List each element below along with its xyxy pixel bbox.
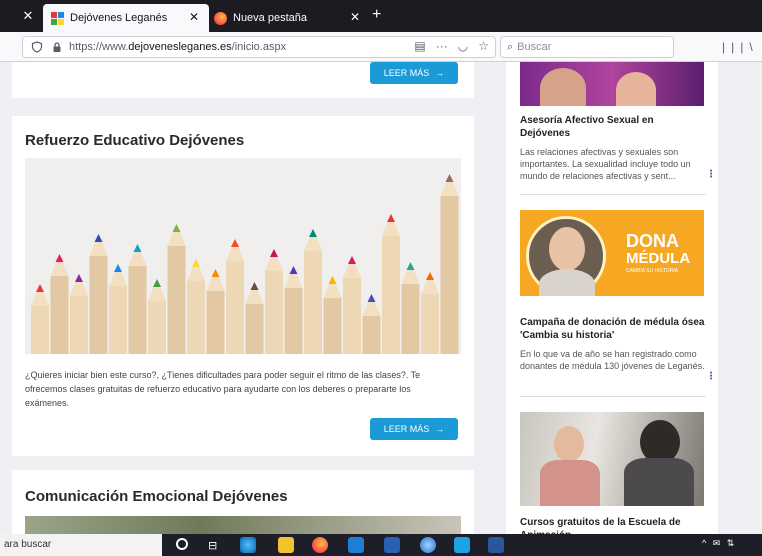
- site-favicon-icon: [51, 11, 64, 25]
- bookmark-star-icon[interactable]: ☆: [478, 39, 489, 53]
- url-prefix: https://www.: [69, 41, 129, 53]
- divider: [520, 396, 706, 397]
- pencil-body: [50, 276, 69, 354]
- sidebar: Asesoría Afectivo Sexual en Dejóvenes La…: [506, 62, 718, 534]
- search-placeholder: Buscar: [517, 41, 552, 53]
- read-more-button[interactable]: LEER MÁS →: [370, 62, 458, 84]
- colored-pencils-image[interactable]: [25, 158, 461, 354]
- sidebar-item-title[interactable]: Asesoría Afectivo Sexual en Dejóvenes: [520, 114, 706, 140]
- task-view-icon[interactable]: ⊟: [208, 539, 217, 552]
- article-card: Comunicación Emocional Dejóvenes: [12, 470, 474, 534]
- url-bar-actions: ▤ ··· ◡ ☆: [414, 39, 489, 53]
- pencil-body: [382, 236, 400, 354]
- pencil-body: [245, 304, 264, 354]
- more-options-icon[interactable]: ⋮: [706, 372, 716, 382]
- windows-taskbar: ara buscar ⊟ ^ ✉ ⇅: [0, 534, 762, 556]
- pencil-body: [323, 298, 342, 354]
- sidebar-item-title[interactable]: Campaña de donación de médula ósea 'Camb…: [520, 316, 706, 342]
- word-icon[interactable]: [488, 537, 504, 553]
- pencil-body: [304, 251, 322, 354]
- pencil-body: [343, 278, 361, 354]
- sidebar-item-title[interactable]: Cursos gratuitos de la Escuela de Animac…: [520, 516, 706, 534]
- pencil-body: [401, 284, 420, 354]
- taskbar-search-input[interactable]: ara buscar: [0, 534, 162, 556]
- cortana-icon[interactable]: [176, 538, 188, 550]
- page-content: LEER MÁS → Refuerzo Educativo Dejóvenes …: [0, 62, 752, 534]
- divider: [520, 194, 706, 195]
- app-icon[interactable]: [420, 537, 436, 553]
- pencil-body: [31, 306, 49, 354]
- url-bar[interactable]: https://www.dejovenesleganes.es/inicio.a…: [22, 36, 496, 58]
- search-input[interactable]: ⌕ Buscar: [500, 36, 674, 58]
- more-actions-icon[interactable]: ···: [436, 39, 448, 53]
- scrollbar[interactable]: [752, 62, 762, 534]
- close-icon[interactable]: ✕: [20, 8, 36, 24]
- pencil-body: [89, 256, 108, 354]
- store-icon[interactable]: [384, 537, 400, 553]
- article-card: Refuerzo Educativo Dejóvenes ¿Quieres in…: [12, 116, 474, 456]
- poster-logo-strip: [520, 296, 704, 306]
- close-tab-icon[interactable]: ✕: [189, 10, 199, 24]
- system-tray[interactable]: ^ ✉ ⇅: [702, 538, 736, 549]
- url-path: /inicio.aspx: [231, 41, 287, 53]
- mail-icon[interactable]: [348, 537, 364, 553]
- sidebar-item-image[interactable]: [520, 62, 704, 106]
- sidebar-item-text: Las relaciones afectivas y sexuales son …: [520, 147, 691, 181]
- pencil-body: [187, 281, 205, 354]
- arrow-right-icon: →: [435, 68, 445, 78]
- poster-headline-2: MÉDULA: [626, 250, 691, 267]
- url-text[interactable]: https://www.dejovenesleganes.es/inicio.a…: [69, 41, 286, 53]
- pencil-body: [148, 301, 166, 354]
- tab-strip: ✕ Dejóvenes Leganés ✕ Nueva pestaña ✕ +: [0, 0, 762, 32]
- pencil-body: [440, 196, 459, 354]
- article-summary: ¿Quieres iniciar bien este curso?, ¿Tien…: [25, 370, 421, 408]
- navigation-bar: https://www.dejovenesleganes.es/inicio.a…: [0, 32, 762, 62]
- tab-new[interactable]: Nueva pestaña ✕: [206, 4, 370, 32]
- sidebar-item-image[interactable]: [520, 412, 704, 506]
- article-title[interactable]: Comunicación Emocional Dejóvenes: [25, 488, 288, 505]
- pencil-body: [265, 271, 283, 354]
- pencil-body: [226, 261, 244, 354]
- sidebar-item-text: En lo que va de año se han registrado co…: [520, 349, 705, 371]
- new-tab-button[interactable]: +: [372, 7, 381, 23]
- pencil-body: [167, 246, 186, 354]
- firefox-icon: [214, 11, 227, 25]
- pencil-body: [421, 294, 439, 354]
- poster-tagline: CAMBIA SU HISTORIA: [626, 268, 679, 274]
- lock-icon[interactable]: [51, 41, 63, 53]
- tab-title: Nueva pestaña: [233, 12, 307, 24]
- firefox-icon[interactable]: [312, 537, 328, 553]
- arrow-right-icon: →: [435, 424, 445, 434]
- previous-article-card: LEER MÁS →: [12, 62, 474, 98]
- article-image[interactable]: [25, 516, 461, 534]
- tab-dejovenes[interactable]: Dejóvenes Leganés ✕: [43, 4, 209, 32]
- pencil-body: [362, 316, 381, 354]
- search-icon: ⌕: [507, 40, 514, 53]
- skype-icon[interactable]: [454, 537, 470, 553]
- read-more-label: LEER MÁS: [383, 68, 430, 78]
- pencil-body: [128, 266, 147, 354]
- reader-view-icon[interactable]: ▤: [414, 39, 425, 53]
- article-title[interactable]: Refuerzo Educativo Dejóvenes: [25, 132, 244, 149]
- pencil-body: [206, 291, 225, 354]
- url-domain: dejovenesleganes.es: [128, 41, 232, 53]
- pencil-body: [70, 296, 88, 354]
- read-more-button[interactable]: LEER MÁS →: [370, 418, 458, 440]
- pencil-body: [284, 288, 303, 354]
- close-tab-icon[interactable]: ✕: [350, 10, 360, 24]
- more-options-icon[interactable]: ⋮: [706, 170, 716, 180]
- file-explorer-icon[interactable]: [278, 537, 294, 553]
- edge-icon[interactable]: [240, 537, 256, 553]
- poster-photo: [526, 216, 606, 299]
- pencil-body: [109, 286, 127, 354]
- library-icon[interactable]: |||\: [722, 40, 759, 54]
- pocket-icon[interactable]: ◡: [458, 39, 468, 53]
- poster-headline: DONA: [626, 231, 679, 251]
- shield-icon[interactable]: [31, 41, 43, 53]
- read-more-label: LEER MÁS: [383, 424, 430, 434]
- tab-title: Dejóvenes Leganés: [70, 12, 168, 24]
- donation-poster-image[interactable]: DONA MÉDULA CAMBIA SU HISTORIA: [520, 210, 704, 306]
